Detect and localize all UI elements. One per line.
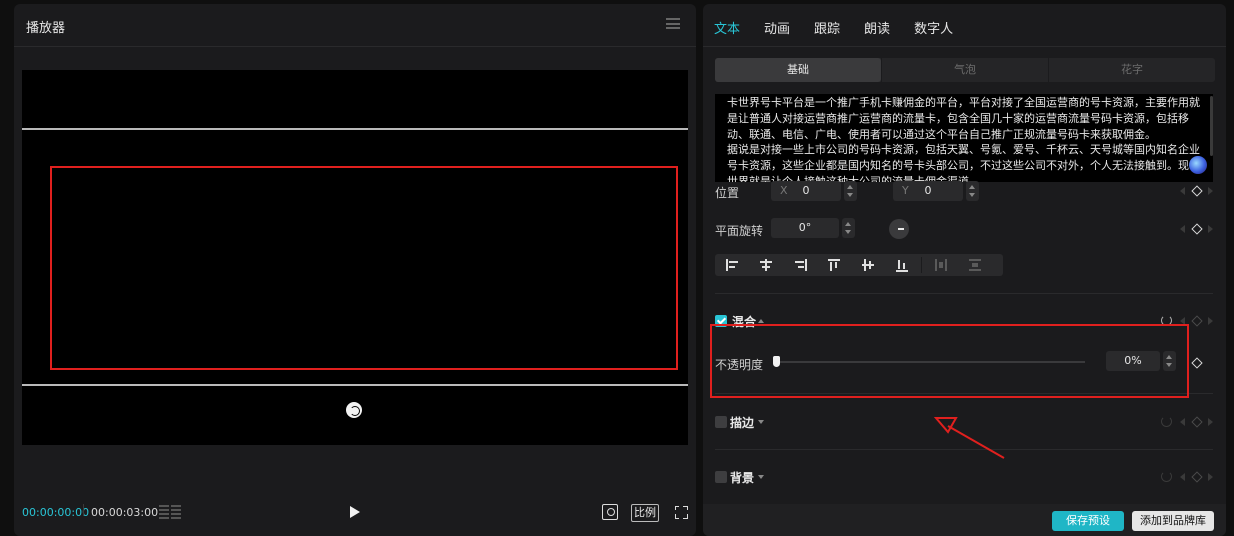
timeline-view-icon[interactable]: [159, 505, 181, 519]
align-center-v-icon[interactable]: [851, 254, 885, 276]
divider: [14, 46, 696, 47]
timecode-current: 00:00:00:00: [22, 506, 90, 519]
next-keyframe-icon[interactable]: [1208, 418, 1213, 426]
position-label: 位置: [715, 186, 740, 200]
tab-text[interactable]: 文本: [714, 18, 740, 37]
tab-digital-human[interactable]: 数字人: [914, 18, 953, 37]
rotation-dial-icon[interactable]: [889, 219, 909, 239]
rotation-value: 0°: [798, 221, 812, 234]
stroke-checkbox[interactable]: [715, 416, 727, 428]
subtab-fancy-text[interactable]: 花字: [1048, 58, 1215, 82]
rotation-field[interactable]: 0°: [771, 218, 839, 238]
tab-read-aloud[interactable]: 朗读: [864, 18, 890, 37]
align-bottom-icon[interactable]: [885, 254, 919, 276]
tab-animation[interactable]: 动画: [764, 18, 790, 37]
prev-keyframe-icon[interactable]: [1180, 225, 1185, 233]
next-keyframe-icon[interactable]: [1208, 187, 1213, 195]
guide-line-top: [22, 128, 688, 130]
reset-icon[interactable]: [1161, 471, 1172, 482]
play-icon[interactable]: [350, 506, 360, 518]
timecode-total: 00:00:03:00: [91, 506, 159, 519]
add-to-brand-button[interactable]: 添加到品牌库: [1132, 511, 1214, 531]
divider: [703, 46, 1226, 47]
distribute-h-icon[interactable]: [924, 254, 958, 276]
keyframe-icon[interactable]: [1191, 357, 1203, 369]
background-checkbox[interactable]: [715, 471, 727, 483]
text-scrollbar[interactable]: [1210, 96, 1213, 156]
annotation-arrow-icon: [933, 417, 1005, 459]
keyframe-icon[interactable]: [1191, 223, 1203, 235]
player-panel: 播放器 00:00:00:00 00:00:03:00 比例: [14, 4, 696, 536]
menu-icon[interactable]: [666, 18, 680, 29]
chevron-up-icon[interactable]: [758, 319, 764, 323]
save-preset-button[interactable]: 保存预设: [1052, 511, 1124, 531]
align-top-icon[interactable]: [817, 254, 851, 276]
rotation-label: 平面旋转: [715, 224, 764, 238]
align-right-icon[interactable]: [783, 254, 817, 276]
text-bounding-box[interactable]: [50, 166, 678, 370]
keyframe-icon[interactable]: [1191, 471, 1203, 483]
keyframe-icon[interactable]: [1191, 315, 1203, 327]
tab-tracking[interactable]: 跟踪: [814, 18, 840, 37]
inspector-tabs: 文本 动画 跟踪 朗读 数字人: [714, 18, 953, 37]
reset-icon[interactable]: [1161, 416, 1172, 427]
position-x-value: 0: [802, 184, 810, 197]
align-center-h-icon[interactable]: [749, 254, 783, 276]
prev-keyframe-icon[interactable]: [1180, 418, 1185, 426]
position-x-stepper[interactable]: [844, 181, 857, 201]
position-y-field[interactable]: Y 0: [893, 181, 963, 201]
guide-line-bottom: [22, 384, 688, 386]
chevron-down-icon[interactable]: [758, 420, 764, 424]
next-keyframe-icon[interactable]: [1208, 473, 1213, 481]
divider: [921, 257, 922, 273]
ai-assistant-icon[interactable]: [1189, 156, 1207, 174]
position-y-stepper[interactable]: [966, 181, 979, 201]
subtab-basic[interactable]: 基础: [715, 58, 881, 82]
chevron-down-icon[interactable]: [758, 475, 764, 479]
ratio-button[interactable]: 比例: [631, 504, 659, 522]
divider: [83, 504, 84, 516]
prev-keyframe-icon[interactable]: [1180, 473, 1185, 481]
keyframe-icon[interactable]: [1191, 416, 1203, 428]
zoom-fit-icon[interactable]: [602, 504, 618, 520]
subtab-bubble[interactable]: 气泡: [881, 58, 1048, 82]
subtab-bar: 基础 气泡 花字: [715, 58, 1215, 82]
alignment-toolbar: [715, 254, 1003, 276]
position-y-value: 0: [924, 184, 932, 197]
prev-keyframe-icon[interactable]: [1180, 187, 1185, 195]
text-content-input[interactable]: 卡世界号卡平台是一个推广手机卡赚佣金的平台，平台对接了全国运营商的号卡资源，主要…: [715, 94, 1213, 182]
next-keyframe-icon[interactable]: [1208, 317, 1213, 325]
rotate-handle-icon[interactable]: [346, 402, 362, 418]
rotation-stepper[interactable]: [842, 218, 855, 238]
distribute-v-icon[interactable]: [958, 254, 992, 276]
keyframe-icon[interactable]: [1191, 185, 1203, 197]
text-content: 卡世界号卡平台是一个推广手机卡赚佣金的平台，平台对接了全国运营商的号卡资源，主要…: [727, 96, 1200, 182]
position-x-field[interactable]: X 0: [771, 181, 841, 201]
player-title: 播放器: [26, 21, 66, 36]
align-left-icon[interactable]: [715, 254, 749, 276]
background-label: 背景: [730, 471, 755, 485]
fullscreen-icon[interactable]: [674, 505, 689, 520]
stroke-label: 描边: [730, 416, 755, 430]
video-canvas[interactable]: [22, 70, 688, 445]
annotation-highlight-box: [710, 324, 1189, 398]
next-keyframe-icon[interactable]: [1208, 225, 1213, 233]
divider: [715, 293, 1213, 294]
